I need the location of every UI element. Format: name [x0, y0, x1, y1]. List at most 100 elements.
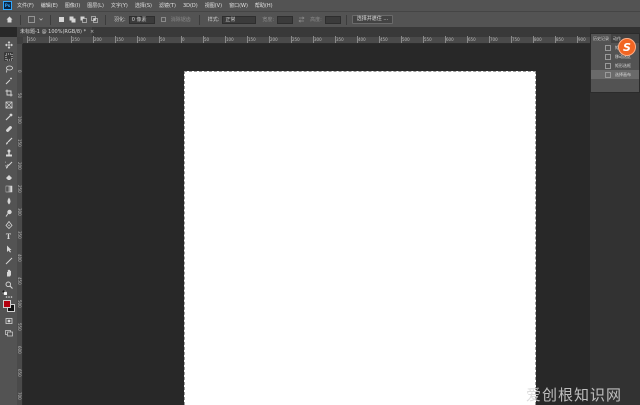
ruler-label: 50: [17, 93, 22, 99]
history-item-selected[interactable]: 选择画布: [591, 70, 639, 79]
quick-mask-icon[interactable]: [4, 316, 13, 325]
ruler-label: 200: [94, 37, 102, 42]
zoom-tool-icon[interactable]: [4, 280, 13, 289]
new-selection-icon[interactable]: [58, 16, 65, 23]
ruler-tick: [555, 36, 556, 43]
gradient-tool-icon[interactable]: [4, 184, 13, 193]
add-selection-icon[interactable]: [69, 16, 76, 23]
height-label: 高度:: [310, 17, 322, 23]
watermark-text: 爱创根知识网: [526, 386, 623, 404]
menu-filter[interactable]: 滤镜(T): [159, 2, 176, 9]
history-item[interactable]: 矩形选框: [591, 61, 639, 70]
menu-edit[interactable]: 编辑(E): [41, 2, 58, 9]
ruler-tick: [269, 36, 270, 43]
pen-tool-icon[interactable]: [4, 220, 13, 229]
ruler-label: 100: [138, 37, 146, 42]
style-select[interactable]: 正常: [222, 15, 257, 24]
ruler-tick: [93, 36, 94, 43]
checkbox-icon[interactable]: [160, 17, 166, 22]
type-tool-icon[interactable]: T: [4, 232, 13, 241]
ruler-tick: [225, 36, 226, 43]
eraser-tool-icon[interactable]: [4, 172, 13, 181]
ruler-label: 800: [534, 37, 542, 42]
separator: [345, 14, 347, 25]
ruler-label: 50: [160, 37, 166, 42]
width-label: 宽度:: [262, 17, 275, 23]
document-tab[interactable]: 未标题-1 @ 100%(RGB/8) *: [17, 27, 92, 37]
menu-layer[interactable]: 图层(L): [87, 2, 104, 9]
path-selection-tool-icon[interactable]: [4, 244, 13, 253]
separator: [50, 14, 51, 25]
ruler-label: 900: [578, 37, 586, 42]
move-tool-icon[interactable]: [4, 40, 13, 49]
ruler-label: 100: [17, 116, 22, 124]
height-input[interactable]: [324, 15, 341, 24]
menu-view[interactable]: 视图(V): [205, 2, 222, 9]
ruler-tick: [577, 36, 578, 43]
snapshot-icon: [605, 44, 611, 51]
rect-marquee-tool-icon[interactable]: [28, 16, 35, 23]
feather-label: 羽化:: [114, 17, 126, 23]
feather-input[interactable]: 0 像素: [128, 15, 155, 24]
hand-tool-icon[interactable]: [4, 268, 13, 277]
rect-marquee-tool-icon[interactable]: [4, 52, 13, 61]
menu-help[interactable]: 帮助(H): [255, 2, 273, 9]
healing-brush-tool-icon[interactable]: [4, 124, 13, 133]
document-canvas[interactable]: [184, 71, 536, 405]
ruler-label: 500: [17, 300, 22, 308]
ruler-label: 450: [17, 277, 22, 285]
eyedropper-tool-icon[interactable]: [4, 112, 13, 121]
ruler-label: 700: [490, 37, 498, 42]
line-tool-icon[interactable]: [4, 256, 13, 265]
ruler-tick: [401, 36, 402, 43]
menu-file[interactable]: 文件(F): [17, 2, 34, 9]
select-and-mask-button[interactable]: 选择并遮住 ...: [351, 15, 394, 24]
intersect-selection-icon[interactable]: [91, 16, 98, 23]
screen-mode-icon[interactable]: [4, 328, 13, 337]
default-colors-icon[interactable]: [2, 290, 7, 295]
ruler-label: 0: [182, 37, 185, 42]
ruler-tick: [423, 36, 424, 43]
antialias-label: 消除锯齿: [170, 17, 191, 23]
swap-icon[interactable]: [298, 16, 305, 23]
menu-type[interactable]: 文字(Y): [111, 2, 128, 9]
ruler-label: 400: [17, 254, 22, 262]
ruler-label: 0: [17, 70, 22, 73]
blur-tool-icon[interactable]: [4, 196, 13, 205]
style-label: 样式:: [207, 17, 220, 23]
ruler-tick: [313, 36, 314, 43]
foreground-color-swatch[interactable]: [3, 300, 11, 308]
dodge-tool-icon[interactable]: [4, 208, 13, 217]
history-item-label: 选择画布: [615, 71, 631, 77]
menu-3d[interactable]: 3D(D): [183, 3, 198, 9]
ruler-tick: [357, 36, 358, 43]
tools-panel: T: [0, 37, 17, 405]
crop-tool-icon[interactable]: [4, 88, 13, 97]
subtract-selection-icon[interactable]: [80, 16, 87, 23]
tab-history[interactable]: 历史记录: [591, 34, 611, 43]
menu-image[interactable]: 图像(I): [65, 2, 80, 9]
ruler-tick: [467, 36, 468, 43]
ruler-label: 600: [17, 346, 22, 354]
horizontal-ruler[interactable]: 350 300 250 200 150 100 50 0 50 100 150 200 250 300 35…: [23, 36, 590, 44]
ruler-label: 400: [358, 37, 366, 42]
ruler-tick: [181, 36, 182, 43]
home-icon[interactable]: [6, 16, 13, 23]
menu-select[interactable]: 选择(S): [135, 2, 152, 9]
chevron-down-icon[interactable]: [39, 16, 43, 23]
lasso-tool-icon[interactable]: [4, 64, 13, 73]
ruler-label: 350: [17, 231, 22, 239]
ruler-label: 650: [468, 37, 476, 42]
magic-wand-tool-icon[interactable]: [4, 76, 13, 85]
width-input[interactable]: [277, 15, 294, 24]
ruler-label: 300: [50, 37, 58, 42]
brush-tool-icon[interactable]: [4, 136, 13, 145]
options-bar: 羽化: 0 像素 消除锯齿 样式: 正常 宽度: 高度: 选择并遮住 ...: [0, 11, 640, 27]
history-brush-tool-icon[interactable]: [4, 160, 13, 169]
clone-stamp-tool-icon[interactable]: [4, 148, 13, 157]
ruler-tick: [203, 36, 204, 43]
ruler-tick: [533, 36, 534, 43]
frame-tool-icon[interactable]: [4, 100, 13, 109]
menu-window[interactable]: 窗口(W): [229, 2, 248, 9]
ruler-label: 350: [336, 37, 344, 42]
